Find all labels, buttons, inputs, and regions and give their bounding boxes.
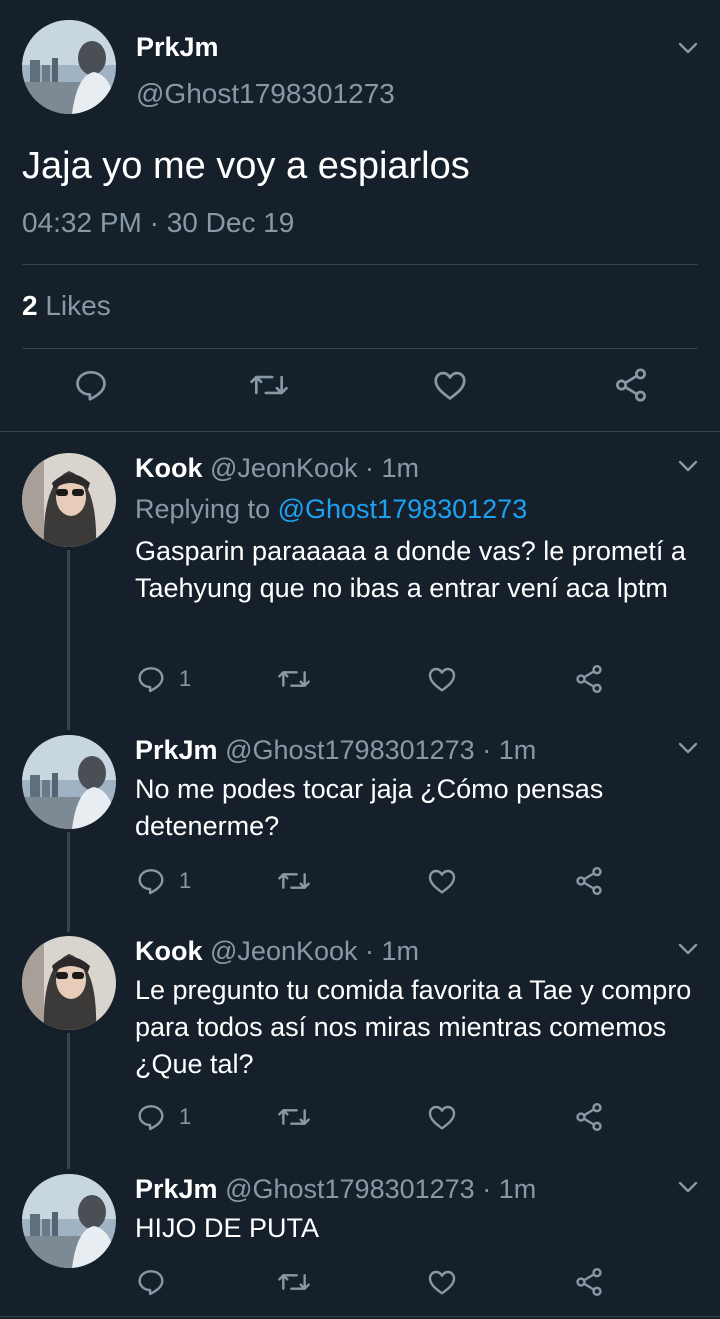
tweet-actions — [0, 366, 720, 416]
reply-text: Le pregunto tu comida favorita a Tae y c… — [135, 975, 692, 1079]
retweet-icon[interactable] — [276, 865, 312, 897]
reply-count: 1 — [179, 1104, 192, 1129]
author-name[interactable]: PrkJm — [136, 32, 219, 63]
likes-stat[interactable]: 2 Likes — [22, 290, 111, 322]
author-handle[interactable]: @Ghost1798301273 — [225, 735, 475, 765]
reply-button[interactable]: 1 — [135, 1101, 191, 1133]
chevron-down-icon[interactable] — [676, 36, 700, 60]
reply-time: · 1m — [482, 735, 537, 765]
avatar[interactable] — [22, 20, 116, 114]
avatar[interactable] — [22, 1174, 116, 1268]
divider — [22, 264, 698, 265]
avatar[interactable] — [22, 936, 116, 1030]
chevron-down-icon[interactable] — [676, 736, 700, 760]
author-name[interactable]: PrkJm — [135, 735, 218, 765]
chevron-down-icon[interactable] — [676, 454, 700, 478]
reply-actions: 1 — [0, 865, 720, 899]
reply-header: PrkJm @Ghost1798301273 · 1m — [135, 735, 536, 766]
share-icon[interactable] — [612, 366, 650, 404]
share-icon[interactable] — [573, 865, 605, 897]
retweet-icon[interactable] — [248, 366, 290, 404]
share-icon[interactable] — [573, 663, 605, 695]
reply-text: Gasparin paraaaaa a donde vas? le promet… — [135, 536, 686, 603]
like-icon[interactable] — [426, 663, 458, 695]
replying-to-prefix: Replying to — [135, 494, 271, 524]
reply-header: Kook @JeonKook · 1m — [135, 453, 419, 484]
reply-icon[interactable] — [72, 366, 110, 404]
section-divider — [0, 431, 720, 432]
author-name[interactable]: Kook — [135, 936, 203, 966]
reply-actions: 1 — [0, 663, 720, 697]
avatar[interactable] — [22, 453, 116, 547]
like-icon[interactable] — [426, 1101, 458, 1133]
chevron-down-icon[interactable] — [676, 1175, 700, 1199]
reply-button[interactable]: 1 — [135, 663, 191, 695]
section-divider — [0, 1316, 720, 1317]
share-icon[interactable] — [573, 1266, 605, 1298]
reply-button[interactable] — [135, 1266, 167, 1298]
reply-icon — [135, 1266, 167, 1298]
reply-actions — [0, 1266, 720, 1300]
reply-time: · 1m — [365, 936, 420, 966]
divider — [22, 348, 698, 349]
replying-to-handle[interactable]: @Ghost1798301273 — [278, 494, 528, 524]
reply-icon — [135, 1101, 167, 1133]
author-name[interactable]: PrkJm — [135, 1174, 218, 1204]
reply-icon — [135, 663, 167, 695]
reply-text: HIJO DE PUTA — [135, 1213, 320, 1243]
replying-to: Replying to @Ghost1798301273 — [135, 491, 705, 528]
like-icon[interactable] — [426, 1266, 458, 1298]
author-name[interactable]: Kook — [135, 453, 203, 483]
reply-icon — [135, 865, 167, 897]
like-icon[interactable] — [431, 366, 469, 404]
avatar[interactable] — [22, 735, 116, 829]
likes-count: 2 — [22, 290, 38, 321]
reply-text: No me podes tocar jaja ¿Cómo pensas dete… — [135, 774, 604, 841]
like-icon[interactable] — [426, 865, 458, 897]
reply-actions: 1 — [0, 1101, 720, 1135]
reply-count: 1 — [179, 868, 192, 893]
retweet-icon[interactable] — [276, 663, 312, 695]
reply-count: 1 — [179, 666, 192, 691]
share-icon[interactable] — [573, 1101, 605, 1133]
reply-time: · 1m — [482, 1174, 537, 1204]
reply-button[interactable]: 1 — [135, 865, 191, 897]
reply-time: · 1m — [365, 453, 420, 483]
retweet-icon[interactable] — [276, 1101, 312, 1133]
author-handle[interactable]: @JeonKook — [210, 453, 358, 483]
reply-header: PrkJm @Ghost1798301273 · 1m — [135, 1174, 536, 1205]
author-handle[interactable]: @JeonKook — [210, 936, 358, 966]
chevron-down-icon[interactable] — [676, 937, 700, 961]
retweet-icon[interactable] — [276, 1266, 312, 1298]
tweet-timestamp[interactable]: 04:32 PM · 30 Dec 19 — [22, 207, 294, 239]
reply-header: Kook @JeonKook · 1m — [135, 936, 419, 967]
author-handle[interactable]: @Ghost1798301273 — [136, 78, 395, 110]
thread-line — [67, 550, 70, 730]
author-handle[interactable]: @Ghost1798301273 — [225, 1174, 475, 1204]
likes-label: Likes — [45, 290, 111, 321]
tweet-text: Jaja yo me voy a espiarlos — [22, 145, 470, 187]
